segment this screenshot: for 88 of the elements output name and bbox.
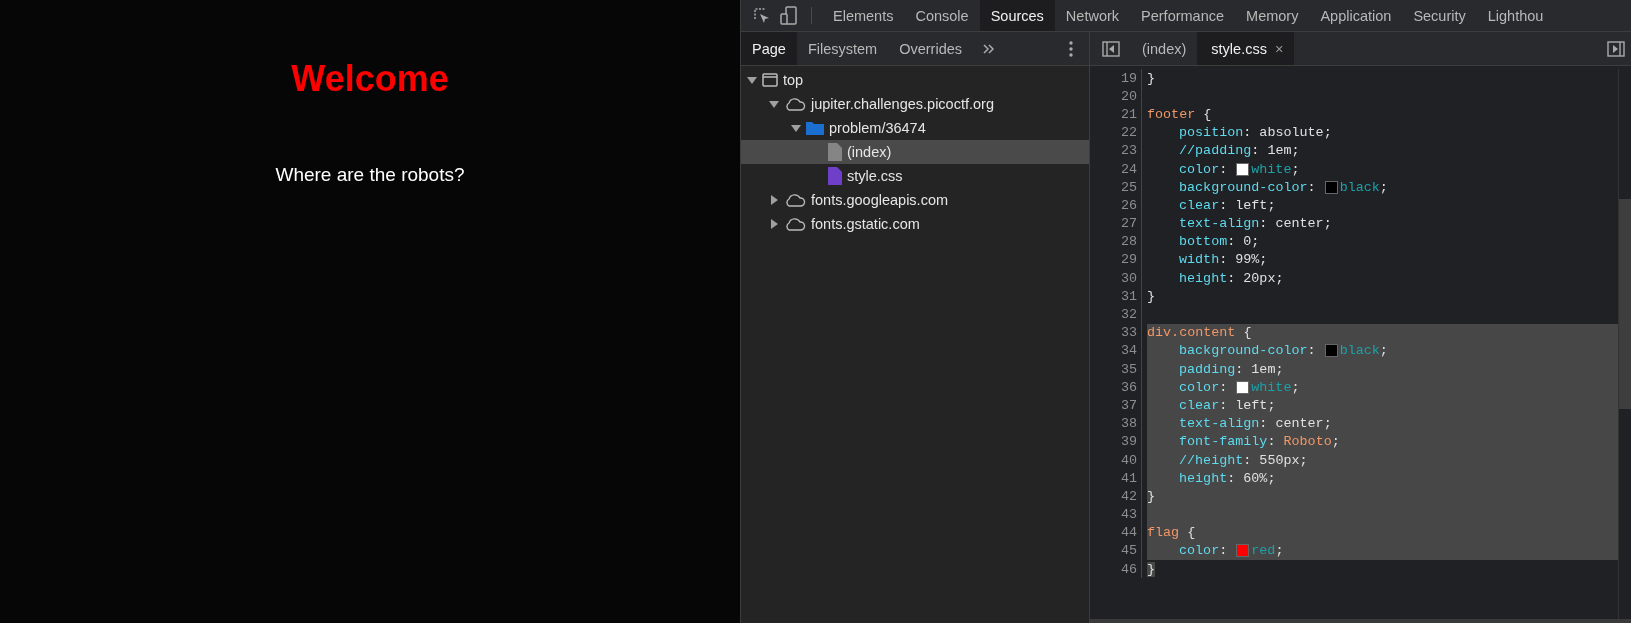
code-line: color: white; <box>1178 160 1301 179</box>
code-line: bottom: 0; <box>1178 233 1261 251</box>
code-line: position: absolute; <box>1178 124 1333 142</box>
tree-item[interactable]: problem/36474 <box>741 116 1089 140</box>
tree-item[interactable]: fonts.googleapis.com <box>741 188 1089 212</box>
more-tabs-icon[interactable] <box>983 43 996 54</box>
navigator-tab[interactable]: Filesystem <box>796 32 889 65</box>
line-number: 22 <box>1090 123 1142 142</box>
panel-tab[interactable]: Sources <box>979 0 1055 31</box>
code-line: width: 99%; <box>1178 251 1269 270</box>
collapsed-arrow-icon[interactable] <box>769 195 779 205</box>
line-number: 31 <box>1090 287 1142 306</box>
line-number: 24 <box>1090 159 1142 179</box>
cloud-icon <box>784 217 806 231</box>
color-swatch[interactable] <box>1236 544 1250 558</box>
panel-tab[interactable]: Network <box>1054 0 1131 31</box>
frame-icon <box>762 73 778 87</box>
expanded-arrow-icon[interactable] <box>747 75 757 85</box>
file-icon <box>828 167 842 185</box>
close-tab-button[interactable]: × <box>1274 40 1284 57</box>
line-number: 23 <box>1090 141 1142 160</box>
line-number: 46 <box>1090 560 1142 579</box>
tree-item[interactable]: (index) <box>741 140 1089 164</box>
sidebar-toggle-icon[interactable] <box>1607 40 1625 57</box>
line-number: 20 <box>1090 87 1142 106</box>
panel-tab[interactable]: Security <box>1402 0 1477 31</box>
line-number: 27 <box>1090 214 1142 233</box>
code-line: text-align: center; <box>1178 215 1333 233</box>
line-number: 37 <box>1090 396 1142 415</box>
device-icon[interactable] <box>779 5 799 26</box>
panel-tab[interactable]: Memory <box>1235 0 1310 31</box>
code-line: clear: left; <box>1178 196 1277 215</box>
tree-item[interactable]: style.css <box>741 164 1089 188</box>
code-line: height: 20px; <box>1178 269 1285 288</box>
line-number: 38 <box>1090 414 1142 433</box>
color-swatch[interactable] <box>1324 180 1338 194</box>
panel-tab[interactable]: Console <box>904 0 980 31</box>
line-number: 40 <box>1090 450 1142 470</box>
panel-tab[interactable]: Performance <box>1130 0 1236 31</box>
page-text: Where are the robots? <box>275 164 465 186</box>
line-number: 39 <box>1090 432 1142 451</box>
line-number: 26 <box>1090 196 1142 215</box>
code-line: background-color: black; <box>1178 178 1389 197</box>
line-number: 33 <box>1090 323 1142 342</box>
code-line: } <box>1147 287 1157 306</box>
color-swatch[interactable] <box>1236 162 1250 176</box>
code-line: } <box>1147 69 1157 88</box>
color-swatch[interactable] <box>1236 380 1250 394</box>
color-swatch[interactable] <box>1324 344 1338 358</box>
code-line: //padding: 1em; <box>1178 142 1301 160</box>
panel-tab[interactable]: Elements <box>822 0 905 31</box>
scrollbar-thumb[interactable] <box>1619 199 1631 409</box>
file-icon <box>828 143 842 161</box>
panel-tab[interactable]: Lighthou <box>1476 0 1555 31</box>
line-number: 44 <box>1090 523 1142 542</box>
folder-icon <box>806 121 824 135</box>
tree-item[interactable]: jupiter.challenges.picoctf.org <box>741 92 1089 116</box>
line-number: 28 <box>1090 232 1142 251</box>
tree-item[interactable]: top <box>741 68 1089 92</box>
line-number: 25 <box>1090 178 1142 197</box>
line-number: 45 <box>1090 541 1142 561</box>
more-options-icon[interactable] <box>1069 40 1073 57</box>
collapsed-arrow-icon[interactable] <box>769 219 779 229</box>
line-number: 29 <box>1090 250 1142 270</box>
line-number: 30 <box>1090 269 1142 288</box>
panel-tab[interactable]: Application <box>1309 0 1403 31</box>
line-number: 35 <box>1090 360 1142 379</box>
navigator-tab[interactable]: Page <box>741 32 797 65</box>
page-heading: Welcome <box>291 58 449 100</box>
editor-tab[interactable]: style.css × <box>1197 32 1295 65</box>
cloud-icon <box>784 193 806 207</box>
line-number: 32 <box>1090 305 1142 324</box>
line-number: 19 <box>1090 69 1142 88</box>
expanded-arrow-icon[interactable] <box>769 99 779 109</box>
line-number: 21 <box>1090 105 1142 124</box>
line-number: 36 <box>1090 378 1142 397</box>
line-number: 42 <box>1090 487 1142 506</box>
line-number: 41 <box>1090 469 1142 488</box>
line-number: 34 <box>1090 341 1142 360</box>
line-number: 43 <box>1090 505 1142 524</box>
editor-tab[interactable]: (index) <box>1128 32 1198 65</box>
tree-item[interactable]: fonts.gstatic.com <box>741 212 1089 236</box>
expanded-arrow-icon[interactable] <box>791 123 801 133</box>
cloud-icon <box>784 97 806 111</box>
code-line: footer { <box>1147 105 1213 124</box>
inspect-icon[interactable] <box>753 6 771 25</box>
sidebar-toggle-icon[interactable] <box>1102 40 1120 57</box>
navigator-tab[interactable]: Overrides <box>888 32 974 65</box>
